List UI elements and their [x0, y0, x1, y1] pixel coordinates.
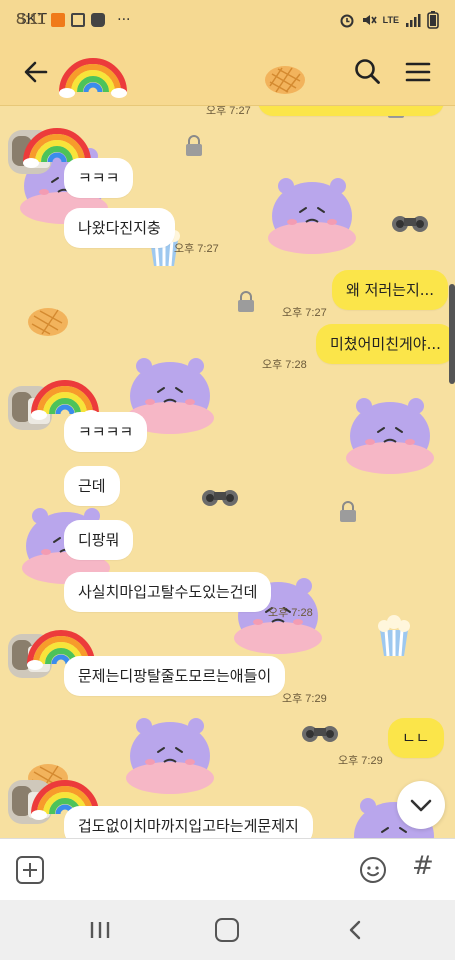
my-message-bubble[interactable]: ㄴㄴ — [388, 718, 444, 758]
alarm-icon — [340, 14, 354, 28]
notification-app-icon — [51, 13, 66, 27]
chevron-down-icon — [410, 799, 432, 812]
emoji-icon[interactable] — [358, 855, 388, 885]
message-time: 오후 7:27 — [174, 243, 219, 255]
message-time: 오후 7:27 — [206, 106, 251, 117]
message-bubble[interactable]: ㅋㅋㅋㅋ — [64, 412, 148, 452]
message-time: 오후 7:28 — [268, 607, 313, 619]
home-icon[interactable] — [215, 918, 239, 942]
back-chevron-icon[interactable] — [344, 918, 368, 942]
recent-apps-icon[interactable] — [88, 920, 112, 940]
message-time: 오후 7:28 — [262, 359, 307, 371]
clock: 8:11 — [16, 11, 46, 28]
rainbow-profile-icon — [59, 58, 127, 98]
shopping-bag-icon — [91, 13, 106, 27]
hash-button[interactable]: # — [412, 851, 434, 881]
message-bubble[interactable]: 문제는디팡탈줄도모르는애들이 — [64, 656, 286, 696]
arrow-left-icon[interactable] — [20, 56, 52, 88]
network-type: LTE — [382, 15, 399, 25]
message-time: 오후 7:27 — [282, 307, 327, 319]
message-bubble[interactable]: ㅋㅋㅋ — [64, 158, 134, 198]
partial-message-bubble[interactable] — [258, 106, 444, 116]
melon-bread-sticker-icon — [265, 66, 305, 94]
hamburger-menu-icon[interactable] — [402, 56, 434, 88]
scroll-to-bottom-button[interactable] — [397, 781, 445, 829]
message-time: 오후 7:29 — [338, 755, 383, 767]
gallery-icon — [71, 13, 86, 27]
plus-icon[interactable] — [16, 856, 44, 884]
message-time: 오후 7:29 — [282, 693, 327, 705]
status-bar: SKT 8:11 ··· LTE — [0, 0, 455, 40]
battery-icon — [427, 11, 439, 29]
message-bubble[interactable]: 겁도없이치마까지입고타는게문제지 — [64, 806, 313, 838]
message-bubble[interactable]: 디팡뭐 — [64, 520, 134, 560]
message-bubble[interactable]: 나왔다진지충 — [64, 208, 175, 248]
message-bubble[interactable]: 사실치마입고탈수도있는건데 — [64, 572, 272, 612]
message-bubble[interactable]: 근데 — [64, 466, 120, 506]
chat-header — [0, 40, 455, 106]
chat-area[interactable]: 오후 7:27 ㅋㅋㅋ 나왔다진지충 오후 7:27 왜 저러는지... 오후 … — [0, 106, 455, 838]
message-input-bar: # — [0, 838, 455, 900]
scroll-indicator[interactable] — [449, 284, 455, 384]
my-message-bubble[interactable]: 미쳤어미친게야... — [316, 324, 455, 364]
signal-icon — [406, 14, 421, 27]
system-nav-bar — [0, 900, 455, 960]
more-notifications-dots: ··· — [117, 12, 131, 28]
search-icon[interactable] — [352, 56, 384, 88]
my-message-bubble[interactable]: 왜 저러는지... — [332, 270, 449, 310]
mute-icon — [362, 15, 377, 25]
